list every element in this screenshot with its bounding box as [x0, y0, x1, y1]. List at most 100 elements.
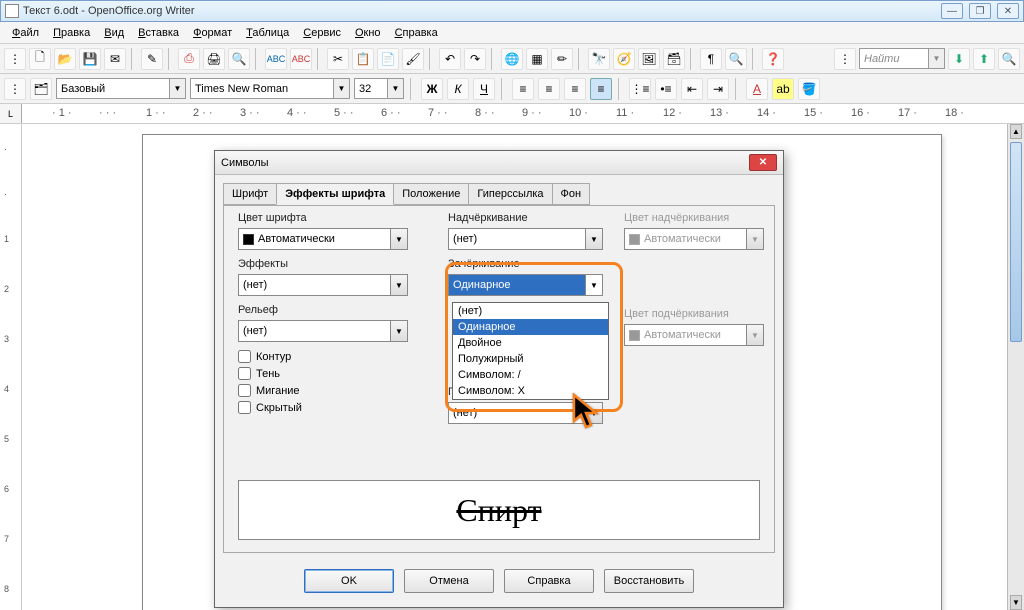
tab-hyperlink[interactable]: Гиперссылка — [468, 183, 552, 205]
find-next-button[interactable]: ⬇ — [948, 48, 970, 70]
strike-option-single[interactable]: Одинарное — [453, 319, 608, 335]
mail-button[interactable]: ✉ — [104, 48, 126, 70]
font-color-button[interactable]: A — [746, 78, 768, 100]
zoom-button[interactable]: 🔍 — [725, 48, 747, 70]
dropdown-icon[interactable]: ▼ — [169, 79, 185, 98]
ruler-scale[interactable]: · 1 ·· · ·1 · ·2 · ·3 · ·4 · ·5 · ·6 · ·… — [22, 104, 1024, 123]
dropdown-icon[interactable]: ▼ — [390, 321, 407, 341]
tab-font-effects[interactable]: Эффекты шрифта — [276, 183, 394, 205]
font-name-combo[interactable]: Times New Roman ▼ — [190, 78, 350, 99]
effects-select[interactable]: (нет) ▼ — [238, 274, 408, 296]
tab-background[interactable]: Фон — [552, 183, 591, 205]
scroll-down-button[interactable]: ▼ — [1010, 595, 1022, 610]
help-button[interactable]: ❓ — [762, 48, 784, 70]
help-button[interactable]: Справка — [504, 569, 594, 593]
align-right-button[interactable]: ≡ — [564, 78, 586, 100]
dropdown-icon[interactable]: ▼ — [333, 79, 349, 98]
pdf-button[interactable]: ⎙ — [178, 48, 200, 70]
paragraph-style-combo[interactable]: Базовый ▼ — [56, 78, 186, 99]
table-button[interactable]: ▦ — [526, 48, 548, 70]
vertical-scrollbar[interactable]: ▲ ▼ — [1007, 124, 1024, 610]
outline-checkbox[interactable]: Контур — [238, 350, 438, 363]
strike-select[interactable]: Одинарное ▼ — [448, 274, 603, 296]
strike-option-none[interactable]: (нет) — [453, 303, 608, 319]
preview-button[interactable]: 🔍 — [228, 48, 250, 70]
tab-font[interactable]: Шрифт — [223, 183, 277, 205]
underline-select[interactable]: (нет) ▼ — [448, 402, 603, 424]
menu-help[interactable]: Справка — [389, 25, 444, 41]
print-button[interactable]: 🖨 — [203, 48, 225, 70]
font-color-select[interactable]: Автоматически ▼ — [238, 228, 408, 250]
new-doc-button[interactable]: 🗋 — [29, 48, 51, 70]
strike-dropdown-list[interactable]: (нет) Одинарное Двойное Полужирный Симво… — [452, 302, 609, 400]
paste-button[interactable]: 📄 — [377, 48, 399, 70]
bold-button[interactable]: Ж — [421, 78, 443, 100]
nonprinting-button[interactable]: ¶ — [700, 48, 722, 70]
menu-file[interactable]: Файл — [6, 25, 45, 41]
edit-button[interactable]: ✎ — [141, 48, 163, 70]
minimize-button[interactable]: — — [941, 3, 963, 19]
bg-color-button[interactable]: 🪣 — [798, 78, 820, 100]
maximize-button[interactable]: ❐ — [969, 3, 991, 19]
indent-dec-button[interactable]: ⇤ — [681, 78, 703, 100]
spellcheck-button[interactable]: ABC — [265, 48, 287, 70]
format-paint-button[interactable]: 🖌 — [402, 48, 424, 70]
dropdown-icon[interactable]: ▼ — [390, 275, 407, 295]
navigator-button[interactable]: 🧭 — [613, 48, 635, 70]
find-input[interactable]: Найти ▼ — [859, 48, 945, 69]
save-button[interactable]: 💾 — [79, 48, 101, 70]
dropdown-icon[interactable]: ▼ — [387, 79, 403, 98]
scroll-up-button[interactable]: ▲ — [1010, 124, 1022, 139]
underline-button[interactable]: Ч — [473, 78, 495, 100]
scroll-thumb[interactable] — [1010, 142, 1022, 342]
find-button[interactable]: 🔭 — [588, 48, 610, 70]
italic-button[interactable]: К — [447, 78, 469, 100]
dropdown-icon[interactable]: ▼ — [390, 229, 407, 249]
show-draw-button[interactable]: ✏ — [551, 48, 573, 70]
dropdown-icon[interactable]: ▼ — [585, 275, 602, 295]
copy-button[interactable]: 📋 — [352, 48, 374, 70]
gallery-button[interactable]: 🖼 — [638, 48, 660, 70]
align-center-button[interactable]: ≡ — [538, 78, 560, 100]
reset-button[interactable]: Восстановить — [604, 569, 694, 593]
vertical-ruler[interactable]: · · 1 2 3 4 5 6 7 8 — [0, 124, 22, 610]
menu-tools[interactable]: Сервис — [297, 25, 347, 41]
find-dialog-button[interactable]: 🔍 — [998, 48, 1020, 70]
dropdown-icon[interactable]: ▼ — [585, 229, 602, 249]
font-size-combo[interactable]: 32 ▼ — [354, 78, 404, 99]
hyperlink-button[interactable]: 🌐 — [501, 48, 523, 70]
tab-position[interactable]: Положение — [393, 183, 469, 205]
menu-insert[interactable]: Вставка — [132, 25, 185, 41]
indent-inc-button[interactable]: ⇥ — [707, 78, 729, 100]
menu-format[interactable]: Формат — [187, 25, 238, 41]
autocheck-button[interactable]: ABC — [290, 48, 312, 70]
shadow-checkbox[interactable]: Тень — [238, 367, 438, 380]
dropdown-icon[interactable]: ▼ — [928, 49, 944, 68]
close-button[interactable]: ✕ — [997, 3, 1019, 19]
cancel-button[interactable]: Отмена — [404, 569, 494, 593]
highlight-button[interactable]: ab — [772, 78, 794, 100]
menu-edit[interactable]: Правка — [47, 25, 96, 41]
dialog-titlebar[interactable]: Символы ✕ — [215, 151, 783, 175]
bullets-button[interactable]: •≡ — [655, 78, 677, 100]
styles-button[interactable]: 🗂 — [30, 78, 52, 100]
blink-checkbox[interactable]: Мигание — [238, 384, 438, 397]
dialog-close-button[interactable]: ✕ — [749, 154, 777, 171]
relief-select[interactable]: (нет) ▼ — [238, 320, 408, 342]
cut-button[interactable]: ✂ — [327, 48, 349, 70]
numbering-button[interactable]: ⋮≡ — [629, 78, 651, 100]
strike-option-bold[interactable]: Полужирный — [453, 351, 608, 367]
ok-button[interactable]: OK — [304, 569, 394, 593]
redo-button[interactable]: ↷ — [464, 48, 486, 70]
dropdown-icon[interactable]: ▼ — [585, 403, 602, 423]
strike-option-x[interactable]: Символом: X — [453, 383, 608, 399]
find-prev-button[interactable]: ⬆ — [973, 48, 995, 70]
undo-button[interactable]: ↶ — [439, 48, 461, 70]
open-button[interactable]: 📂 — [54, 48, 76, 70]
strike-option-double[interactable]: Двойное — [453, 335, 608, 351]
align-justify-button[interactable]: ≡ — [590, 78, 612, 100]
align-left-button[interactable]: ≡ — [512, 78, 534, 100]
datasource-button[interactable]: 🗃 — [663, 48, 685, 70]
hidden-checkbox[interactable]: Скрытый — [238, 401, 438, 414]
strike-option-slash[interactable]: Символом: / — [453, 367, 608, 383]
